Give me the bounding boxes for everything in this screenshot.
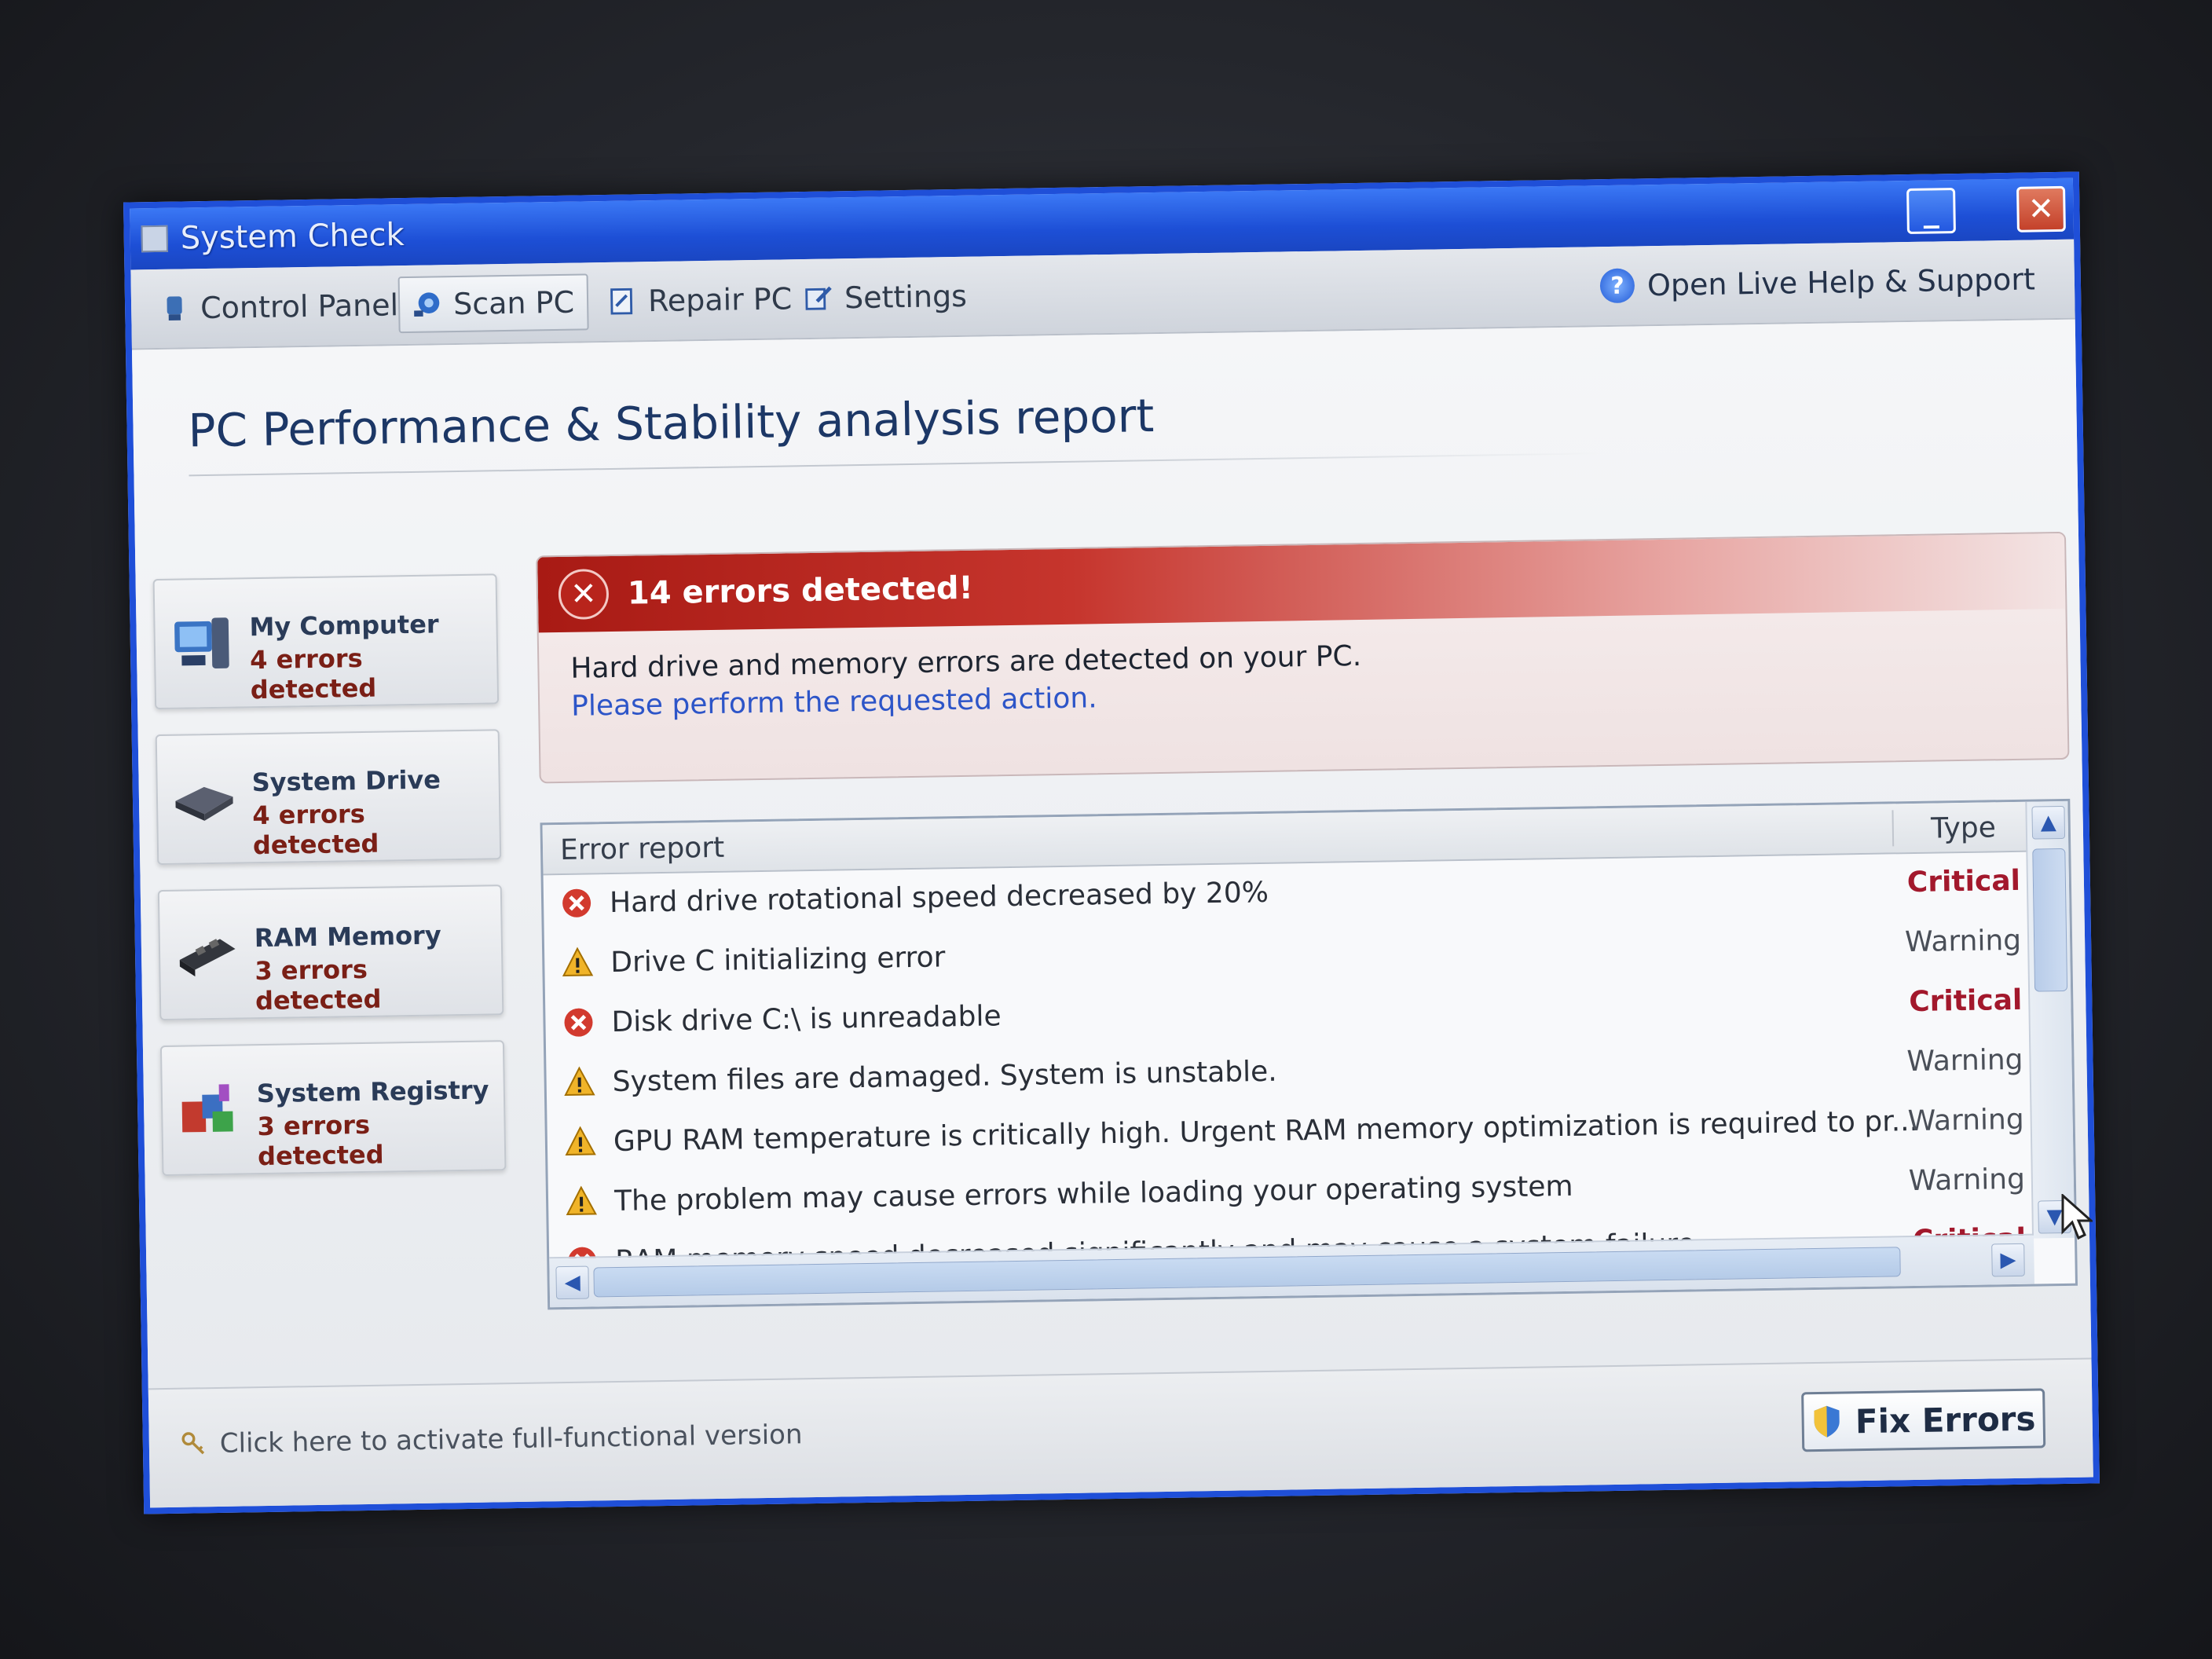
error-x-icon: ✕: [558, 569, 610, 621]
error-type: Warning: [1907, 1103, 2024, 1138]
column-header-error-report[interactable]: Error report: [560, 832, 725, 866]
app-icon: [141, 225, 169, 253]
alert-title: 14 errors detected!: [627, 569, 974, 612]
sidebar-card-system-drive[interactable]: System Drive 4 errors detected: [155, 729, 502, 866]
card-error-count: 4 errors detected: [249, 643, 377, 705]
activate-full-version-link[interactable]: Click here to activate full-functional v…: [181, 1419, 803, 1459]
critical-error-icon: [564, 1008, 593, 1037]
column-header-type[interactable]: Type: [1931, 811, 1996, 844]
menu-label: Settings: [844, 278, 968, 316]
help-label: Open Live Help & Support: [1646, 262, 2036, 303]
card-error-count: 4 errors detected: [252, 798, 379, 861]
error-type: Critical: [1908, 983, 2023, 1019]
sidebar-card-ram-memory[interactable]: RAM Memory 3 errors detected: [157, 884, 504, 1021]
alert-message: Hard drive and memory errors are detecte…: [570, 639, 1362, 685]
title-divider: [189, 452, 1603, 477]
computer-icon: [174, 617, 229, 668]
warning-icon: [565, 1126, 596, 1155]
menu-label: Scan PC: [452, 284, 575, 322]
registry-icon: [181, 1084, 233, 1133]
card-title: System Registry: [256, 1075, 489, 1109]
warning-icon: [566, 1185, 598, 1215]
key-icon: [181, 1432, 205, 1455]
menu-label: Control Panel: [200, 287, 399, 326]
error-report-table: Error report Type Hard drive rotational …: [540, 798, 2078, 1310]
table-body: Hard drive rotational speed decreased by…: [544, 852, 2034, 1261]
fix-errors-label: Fix Errors: [1855, 1399, 2036, 1441]
error-type: Critical: [1906, 864, 2021, 899]
error-description: Drive C initializing error: [610, 941, 946, 980]
errors-alert-panel: ✕ 14 errors detected! Hard drive and mem…: [536, 531, 2070, 784]
sidebar-card-my-computer[interactable]: My Computer 4 errors detected: [152, 573, 500, 710]
settings-icon: [805, 286, 832, 310]
card-title: My Computer: [249, 609, 439, 643]
menu-label: Repair PC: [647, 281, 793, 319]
alert-action-link[interactable]: Please perform the requested action.: [571, 682, 1097, 723]
column-divider: [1892, 810, 1895, 847]
menu-repair-pc[interactable]: Repair PC: [595, 270, 805, 330]
error-type: Warning: [1906, 1043, 2023, 1079]
card-title: System Drive: [251, 764, 441, 798]
sidebar-card-system-registry[interactable]: System Registry 3 errors detected: [159, 1040, 507, 1177]
card-error-count: 3 errors detected: [257, 1109, 384, 1172]
error-description: The problem may cause errors while loadi…: [613, 1170, 1573, 1218]
minimize-button[interactable]: _: [1906, 188, 1956, 234]
vertical-scroll-thumb[interactable]: [2032, 848, 2068, 992]
main-content: PC Performance & Stability analysis repo…: [131, 319, 2092, 1390]
page-title: PC Performance & Stability analysis repo…: [188, 389, 1155, 458]
error-description: Hard drive rotational speed decreased by…: [609, 876, 1269, 920]
repair-icon: [610, 287, 633, 315]
scan-icon: [414, 292, 440, 317]
scroll-left-icon[interactable]: ◀: [555, 1265, 590, 1300]
scroll-up-icon[interactable]: ▲: [2031, 805, 2066, 840]
help-icon: ?: [1599, 268, 1635, 304]
window-title: System Check: [180, 217, 405, 257]
shield-icon: [1814, 1405, 1840, 1437]
close-button[interactable]: ✕: [2016, 185, 2066, 233]
card-title: RAM Memory: [254, 920, 441, 954]
system-check-window: System Check _ ✕ Control Panel Scan PC R…: [123, 171, 2100, 1514]
warning-icon: [564, 1066, 595, 1096]
card-error-count: 3 errors detected: [255, 954, 382, 1016]
error-description: Disk drive C:\ is unreadable: [611, 1000, 1002, 1039]
error-type: Warning: [1908, 1163, 2026, 1198]
fix-errors-button[interactable]: Fix Errors: [1801, 1388, 2046, 1452]
vertical-scrollbar[interactable]: ▲ ▼: [2025, 800, 2075, 1239]
open-live-help-link[interactable]: ? Open Live Help & Support: [1599, 251, 2035, 314]
warning-icon: [562, 947, 594, 977]
ram-icon: [179, 939, 236, 977]
horizontal-scroll-thumb[interactable]: [593, 1247, 1901, 1298]
menu-settings[interactable]: Settings: [791, 268, 980, 328]
error-type: Warning: [1904, 924, 2022, 959]
error-description: GPU RAM temperature is critically high. …: [613, 1104, 1919, 1159]
mouse-cursor-icon: [2061, 1194, 2093, 1240]
critical-error-icon: [562, 888, 591, 917]
menu-scan-pc[interactable]: Scan PC: [397, 273, 589, 334]
control-panel-icon: [167, 296, 182, 320]
drive-icon: [175, 786, 233, 821]
activate-label: Click here to activate full-functional v…: [219, 1419, 803, 1459]
menu-control-panel[interactable]: Control Panel: [147, 276, 412, 337]
scroll-right-icon[interactable]: ▶: [1991, 1243, 2025, 1277]
alert-header: ✕ 14 errors detected!: [537, 533, 2066, 633]
error-description: System files are damaged. System is unst…: [612, 1055, 1277, 1099]
